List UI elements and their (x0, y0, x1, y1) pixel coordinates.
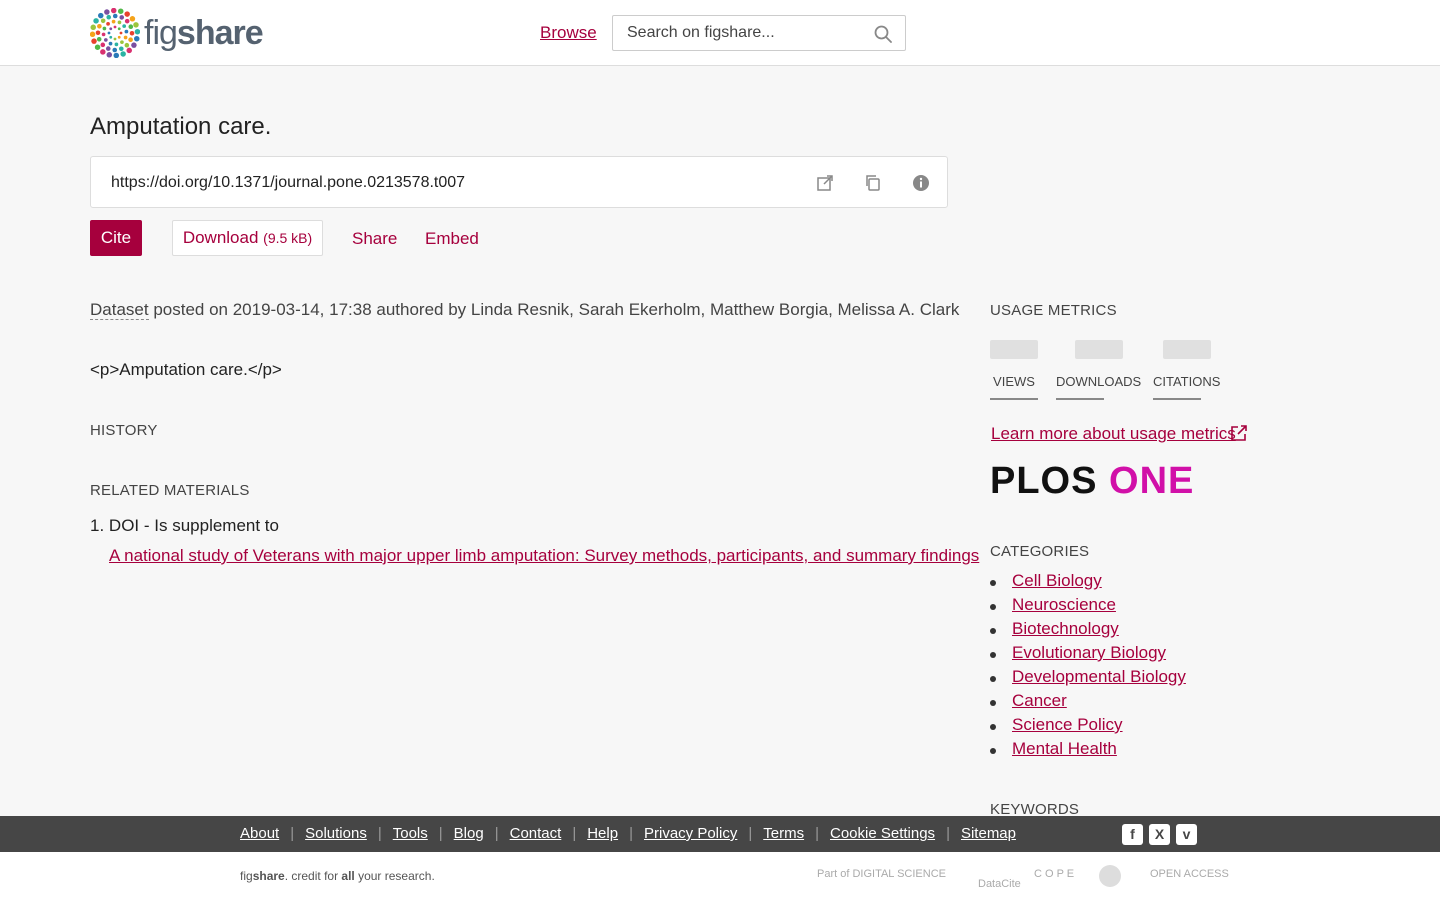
figshare-logo[interactable]: figshare (90, 8, 264, 58)
metric-placeholder (1074, 340, 1123, 359)
footer-bar: About | Solutions | Tools | Blog | Contact | Help |… (0, 816, 1440, 852)
footer-link[interactable]: Privacy Policy (644, 825, 737, 842)
category-item: Biotechnology (990, 619, 1186, 643)
vimeo-icon[interactable]: v (1176, 824, 1197, 845)
category-link[interactable]: Cell Biology (1012, 571, 1102, 590)
related-heading: RELATED MATERIALS (90, 482, 250, 499)
metric-placeholder (990, 340, 1038, 359)
history-heading: HISTORY (90, 422, 158, 439)
cite-button[interactable]: Cite (90, 220, 142, 256)
footer-link[interactable]: Sitemap (961, 825, 1016, 842)
category-item: Neuroscience (990, 595, 1186, 619)
category-item: Cell Biology (990, 571, 1186, 595)
external-link-icon[interactable] (1230, 424, 1248, 442)
footer-link[interactable]: Cookie Settings (830, 825, 935, 842)
digital-science-logo[interactable]: Part of DIGITAL SCIENCE (817, 868, 946, 880)
footer-separator: | (377, 825, 382, 842)
search-icon[interactable] (873, 24, 893, 44)
category-item: Developmental Biology (990, 667, 1186, 691)
category-link[interactable]: Neuroscience (1012, 595, 1116, 614)
footer-separator: | (815, 825, 819, 842)
doi-text[interactable]: https://doi.org/10.1371/journal.pone.021… (111, 174, 465, 192)
info-icon[interactable] (911, 173, 931, 193)
category-item: Evolutionary Biology (990, 643, 1186, 667)
footer-separator: | (438, 825, 443, 842)
footer-separator: | (748, 825, 753, 842)
category-link[interactable]: Developmental Biology (1012, 667, 1186, 686)
categories-list: Cell Biology Neuroscience Biotechnology Evo… (990, 571, 1186, 763)
related-item: 1. DOI - Is supplement to (90, 516, 279, 535)
learn-more-metrics-link[interactable]: Learn more about usage metrics (991, 424, 1236, 444)
metric-citations[interactable]: CITATIONS (1153, 340, 1220, 400)
related-link[interactable]: A national study of Veterans with major … (109, 546, 979, 566)
footer-link[interactable]: Tools (393, 825, 428, 842)
search-input[interactable] (613, 16, 863, 50)
embed-button[interactable]: Embed (425, 229, 479, 249)
categories-heading: CATEGORIES (990, 543, 1090, 560)
facebook-icon[interactable]: f (1122, 824, 1143, 845)
footer-link[interactable]: Help (587, 825, 618, 842)
posted-info: Dataset posted on 2019-03-14, 17:38 auth… (90, 300, 960, 320)
page-title: Amputation care. (90, 113, 272, 140)
footer-separator: | (629, 825, 633, 842)
item-type[interactable]: Dataset (90, 300, 149, 320)
site-header: figshare Browse (0, 0, 1440, 66)
category-link[interactable]: Science Policy (1012, 715, 1123, 734)
search-box[interactable] (612, 15, 906, 51)
footer-separator: | (572, 825, 577, 842)
metric-placeholder (1162, 340, 1211, 359)
footer-link[interactable]: About (240, 825, 279, 842)
footer-separator: | (946, 825, 950, 842)
browse-link[interactable]: Browse (540, 23, 597, 43)
share-button[interactable]: Share (352, 229, 397, 249)
footer-separator: | (494, 825, 499, 842)
category-item: Science Policy (990, 715, 1186, 739)
category-link[interactable]: Evolutionary Biology (1012, 643, 1166, 662)
copy-icon[interactable] (863, 173, 883, 193)
external-link-icon[interactable] (815, 173, 835, 193)
footer-link[interactable]: Contact (510, 825, 562, 842)
usage-metrics-heading: USAGE METRICS (990, 302, 1117, 319)
footer-link[interactable]: Solutions (305, 825, 367, 842)
description: <p>Amputation care.</p> (90, 360, 282, 379)
footer-link[interactable]: Terms (763, 825, 804, 842)
datacite-logo[interactable]: DataCite (978, 878, 1021, 890)
x-twitter-icon[interactable]: X (1149, 824, 1170, 845)
category-item: Cancer (990, 691, 1186, 715)
logo-text: figshare (144, 13, 264, 52)
footer-bottom: figshare. credit for all your research. … (0, 852, 1440, 900)
footer-link[interactable]: Blog (454, 825, 484, 842)
category-link[interactable]: Mental Health (1012, 739, 1117, 758)
category-link[interactable]: Cancer (1012, 691, 1067, 710)
metric-views[interactable]: VIEWS (990, 340, 1038, 400)
cope-logo[interactable]: C O P E (1034, 868, 1074, 880)
publisher-logo[interactable]: PLOS ONE (990, 460, 1194, 503)
download-size: (9.5 kB) (263, 230, 313, 246)
download-button[interactable]: Download (9.5 kB) (172, 220, 323, 256)
open-access-logo[interactable]: OPEN ACCESS (1150, 868, 1229, 880)
footer-separator: | (290, 825, 295, 842)
metric-downloads[interactable]: DOWNLOADS (1056, 340, 1141, 400)
category-link[interactable]: Biotechnology (1012, 619, 1119, 638)
tagline: figshare. credit for all your research. (240, 869, 435, 883)
doi-box: https://doi.org/10.1371/journal.pone.021… (90, 156, 948, 208)
category-item: Mental Health (990, 739, 1186, 763)
figshare-logo-icon (90, 8, 140, 58)
seal-icon[interactable] (1098, 864, 1122, 888)
footer-links: About | Solutions | Tools | Blog | Contact | Help |… (240, 825, 1016, 842)
